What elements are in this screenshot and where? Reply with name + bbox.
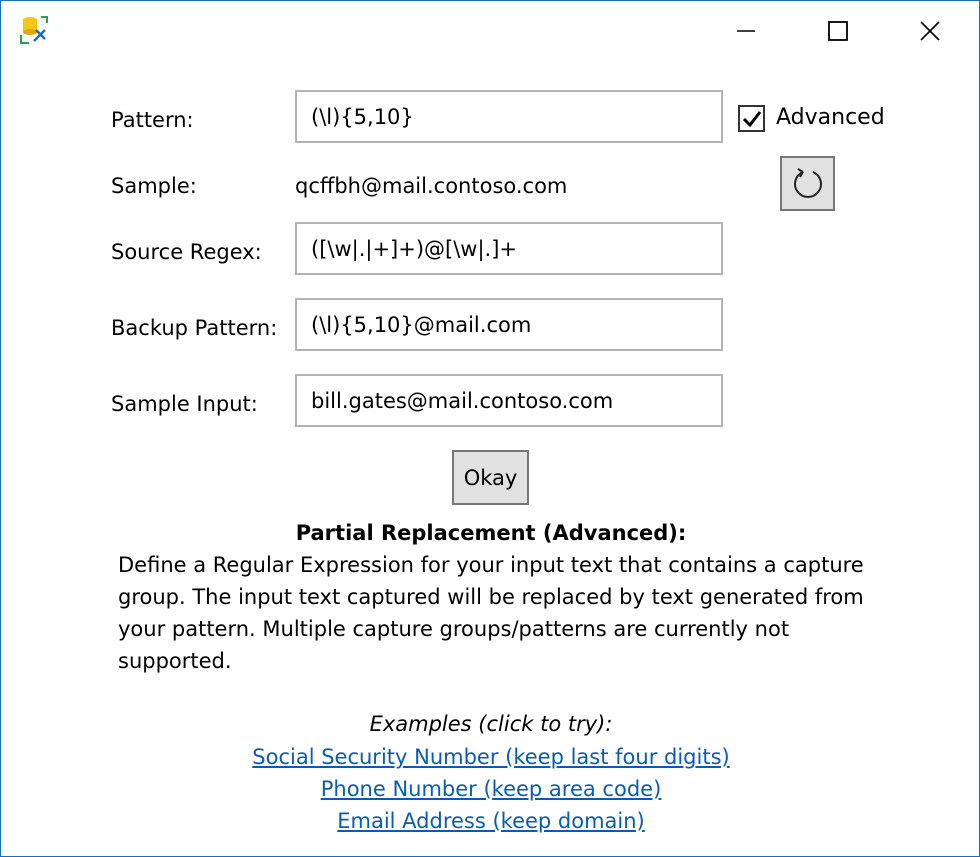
pattern-input[interactable] — [295, 90, 723, 143]
maximize-button[interactable] — [815, 9, 861, 53]
app-icon — [19, 15, 49, 45]
backup-pattern-label: Backup Pattern: — [111, 316, 278, 340]
description-body: Define a Regular Expression for your inp… — [118, 553, 864, 673]
example-link-email[interactable]: Email Address (keep domain) — [1, 806, 980, 836]
source-regex-input[interactable] — [295, 222, 723, 275]
close-button[interactable] — [907, 9, 953, 53]
advanced-checkbox[interactable] — [738, 105, 765, 132]
pattern-label: Pattern: — [111, 108, 194, 132]
checkmark-icon — [742, 110, 761, 127]
okay-button[interactable]: Okay — [452, 450, 529, 505]
backup-pattern-input[interactable] — [295, 298, 723, 351]
sample-label: Sample: — [111, 174, 197, 198]
dialog-window: Pattern: Advanced Sample: qcffbh@mail.co… — [0, 0, 980, 857]
maximize-icon — [828, 21, 848, 41]
source-regex-label: Source Regex: — [111, 240, 262, 264]
examples-title: Examples (click to try): — [369, 712, 613, 736]
example-link-phone[interactable]: Phone Number (keep area code) — [1, 774, 980, 804]
example-link-ssn[interactable]: Social Security Number (keep last four d… — [1, 742, 980, 772]
close-icon — [920, 21, 940, 41]
refresh-button[interactable] — [780, 156, 835, 211]
advanced-label[interactable]: Advanced — [776, 104, 885, 132]
sample-value: qcffbh@mail.contoso.com — [295, 174, 568, 198]
minimize-button[interactable] — [723, 9, 769, 53]
description-title: Partial Replacement (Advanced): — [295, 521, 687, 545]
sample-input-label: Sample Input: — [111, 392, 258, 416]
sample-input-field[interactable] — [295, 374, 723, 427]
minimize-icon — [737, 30, 755, 32]
refresh-icon — [793, 167, 822, 198]
